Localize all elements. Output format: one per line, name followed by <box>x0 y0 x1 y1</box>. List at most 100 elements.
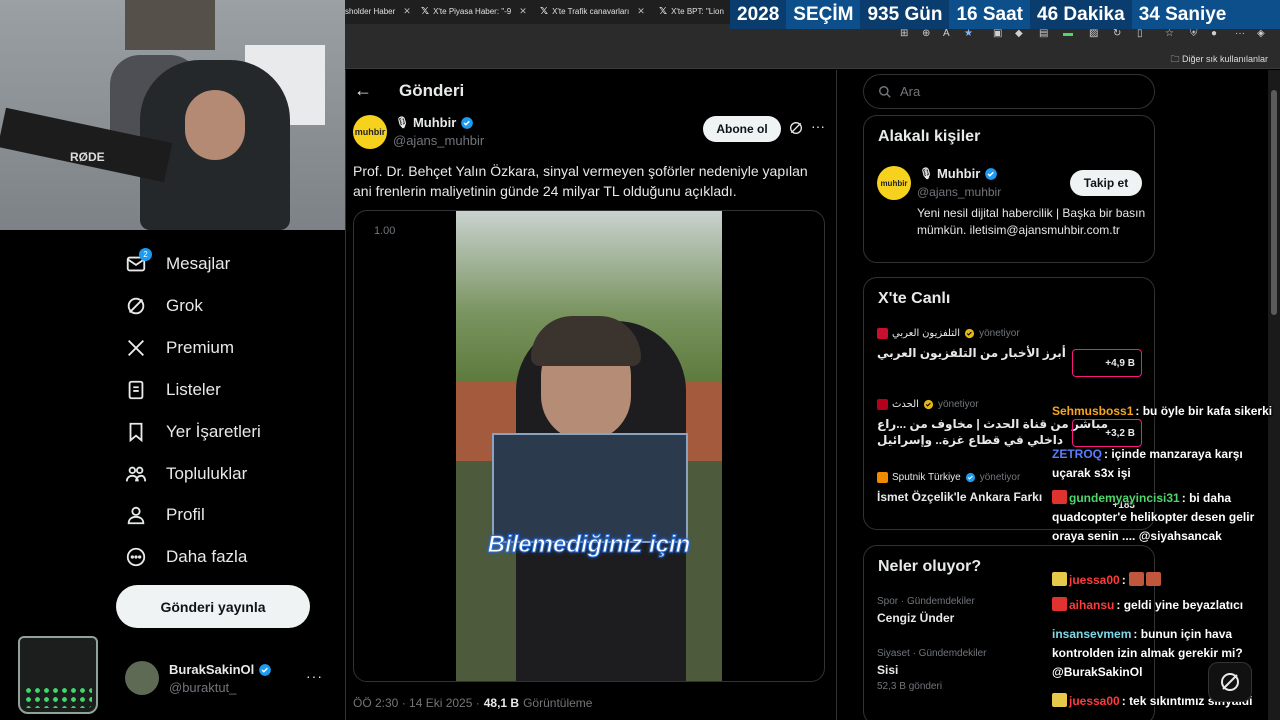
trend-item[interactable]: Siyaset · Gündemdekiler Sisi 52,3 B gönd… <box>877 648 987 692</box>
related-bio: Yeni nesil dijital habercilik | Başka bi… <box>917 206 1146 237</box>
refresh-icon[interactable]: ↻ <box>1113 28 1121 39</box>
nav-bookmarks[interactable]: Yer İşaretleri <box>124 417 261 447</box>
view-label: Görüntüleme <box>523 696 593 710</box>
scrollbar-thumb[interactable] <box>1271 90 1277 315</box>
more-options-icon[interactable]: ··· <box>306 668 323 684</box>
live-source: الحدث <box>892 399 919 410</box>
extension-icon[interactable]: ▬ <box>1063 28 1073 39</box>
verified-badge-icon <box>965 328 975 339</box>
jar-beads <box>24 686 92 708</box>
tweet-author-name-row[interactable]: 🎙 Muhbir <box>395 115 474 130</box>
more-options-icon[interactable]: ··· <box>811 118 825 134</box>
bookmarks-label: Diğer sık kullanılanlar <box>1181 54 1268 64</box>
extension-icon[interactable]: ▣ <box>993 28 1002 39</box>
chat-username: gundemyayincisi31 <box>1069 491 1180 505</box>
video-caption: Bilemediğiniz için <box>487 531 691 559</box>
account-switcher[interactable]: BurakSakinOl @buraktut_ ··· <box>125 660 335 700</box>
trend-item[interactable]: Spor · Gündemdekiler Cengiz Ünder <box>877 596 975 625</box>
countdown-seconds: 34 Saniye <box>1138 3 1227 25</box>
tweet-meta: ÖÖ 2:30 · 14 Eki 2025 · 48,1 B Görüntüle… <box>353 696 592 710</box>
video-frame[interactable]: Bilemediğiniz için <box>456 211 722 681</box>
copilot-icon[interactable]: ◈ <box>1257 28 1265 39</box>
extension-icon[interactable]: ◆ <box>1015 28 1023 39</box>
countdown-label: SEÇİM <box>793 3 854 25</box>
nav-profile[interactable]: Profil <box>124 500 205 530</box>
tweet-timestamp[interactable]: ÖÖ 2:30 · 14 Eki 2025 · <box>353 696 480 710</box>
channel-logo-icon <box>877 328 888 339</box>
nav-communities[interactable]: Topluluklar <box>124 459 247 489</box>
split-screen-icon[interactable]: ▯ <box>1137 28 1143 39</box>
account-handle: @buraktut_ <box>169 680 237 695</box>
close-tab-icon[interactable]: ✕ <box>519 6 527 17</box>
live-role: yönetiyor <box>979 472 1021 483</box>
favorite-star-icon[interactable]: ★ <box>964 28 973 39</box>
nav-label: Yer İşaretleri <box>166 422 261 441</box>
zoom-icon[interactable]: ⊕ <box>922 28 930 39</box>
chat-badge-icon <box>1052 693 1067 707</box>
listener-count: +4,9 B <box>1105 357 1135 369</box>
nav-grok[interactable]: Grok <box>124 291 203 321</box>
tab-label: sholder Haber <box>345 7 396 16</box>
browser-tab[interactable]: sholder Haber ✕ <box>345 3 415 20</box>
extension-icon[interactable]: ▤ <box>1039 28 1048 39</box>
chat-message: gundemyayincisi31: bi daha quadcopter'e … <box>1052 490 1255 543</box>
more-circle-icon <box>124 545 148 569</box>
shield-icon[interactable]: ⛨ <box>1190 28 1198 39</box>
tweet-video[interactable]: 1.00 Bilemediğiniz için <box>353 210 825 682</box>
webcam-overlay: RØDE <box>0 0 345 230</box>
notification-badge: 2 <box>139 248 152 261</box>
subscribe-button[interactable]: Abone ol <box>703 116 781 142</box>
countdown-hours: 16 Saat <box>956 3 1023 25</box>
chat-username: Sehmusboss1 <box>1052 404 1134 418</box>
live-role: yönetiyor <box>979 328 1020 339</box>
channel-logo-icon <box>877 472 888 483</box>
favorites-icon[interactable]: ☆ <box>1165 28 1174 39</box>
nav-lists[interactable]: Listeler <box>124 375 221 405</box>
related-name-row[interactable]: 🎙 Muhbir <box>919 166 998 181</box>
other-favorites-folder[interactable]: 🗀 Diğer sık kullanılanlar <box>1170 52 1268 68</box>
search-placeholder: Ara <box>900 84 921 99</box>
nav-premium[interactable]: Premium <box>124 333 234 363</box>
chat-badge-icon <box>1052 490 1067 504</box>
browser-tab[interactable]: 𝕏 X'te BPT: "Lion <box>659 3 731 20</box>
bookmarks-bar: 🗀 Diğer sık kullanılanlar <box>345 46 1280 69</box>
related-name: Muhbir <box>936 166 981 181</box>
tweet-author-handle[interactable]: @ajans_muhbir <box>393 133 484 148</box>
menu-icon[interactable]: ··· <box>1235 28 1245 39</box>
live-source-row: التلفزيون العربي yönetiyor <box>877 328 1147 339</box>
page-title: Gönderi <box>399 81 465 100</box>
profile-avatar-icon[interactable]: ● <box>1211 28 1217 39</box>
list-icon <box>124 378 148 402</box>
tweet-author-avatar[interactable]: muhbir <box>353 115 387 149</box>
verified-badge-icon <box>985 167 998 180</box>
chat-username: aihansu <box>1069 598 1115 612</box>
close-tab-icon[interactable]: ✕ <box>403 6 411 17</box>
browser-tab[interactable]: 𝕏 X'te Piyasa Haber: "-9 ✕ <box>421 3 531 20</box>
grok-icon[interactable] <box>788 120 804 141</box>
nav-label: Daha fazla <box>166 547 248 566</box>
nav-messages[interactable]: 2 Mesajlar <box>124 248 230 279</box>
reader-icon[interactable]: A <box>943 28 950 39</box>
chat-message: ZETROQ: içinde manzaraya karşı uçarak s3… <box>1052 447 1243 480</box>
related-handle[interactable]: @ajans_muhbir <box>917 185 1001 199</box>
x-logo-icon <box>124 336 148 360</box>
post-button[interactable]: Gönderi yayınla <box>116 585 310 628</box>
extension-icon[interactable]: ▨ <box>1089 28 1098 39</box>
browser-tab[interactable]: 𝕏 X'te Trafik canavarları ✕ <box>540 3 650 20</box>
close-tab-icon[interactable]: ✕ <box>637 6 645 17</box>
election-countdown-overlay: 2028 SEÇİM 935 Gün 16 Saat 46 Dakika 34 … <box>730 0 1280 29</box>
live-listener-count: +4,9 B <box>1072 349 1142 377</box>
related-avatar[interactable]: muhbir <box>877 166 911 200</box>
mic-brand-label: RØDE <box>70 150 105 164</box>
panel-title: Neler oluyor? <box>878 558 982 575</box>
search-input[interactable]: Ara <box>863 74 1155 109</box>
view-count: 48,1 B <box>483 696 520 710</box>
grok-floating-button[interactable] <box>1208 662 1252 702</box>
tweet-author-name: Muhbir <box>412 115 457 130</box>
back-arrow-icon[interactable]: ← <box>354 80 372 101</box>
chat-username: insansevmem <box>1052 627 1132 641</box>
nav-more[interactable]: Daha fazla <box>124 542 247 572</box>
follow-button[interactable]: Takip et <box>1070 170 1142 196</box>
profile-icon <box>124 503 148 527</box>
apps-icon[interactable]: ⊞ <box>900 28 908 39</box>
